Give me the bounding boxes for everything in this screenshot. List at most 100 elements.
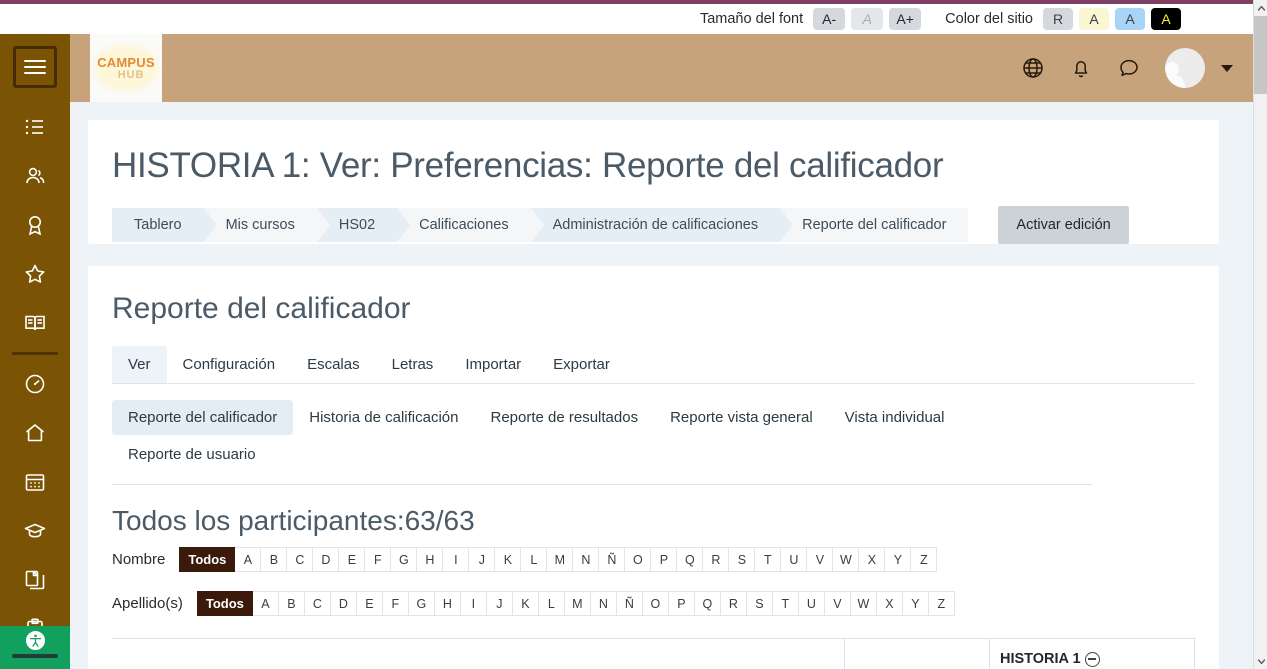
user-avatar[interactable] bbox=[1165, 48, 1205, 88]
lastname-all-button[interactable]: Todos bbox=[197, 591, 253, 616]
lastname-letter[interactable]: E bbox=[357, 591, 383, 616]
breadcrumb-item-mis-cursos[interactable]: Mis cursos bbox=[204, 208, 317, 242]
color-reset-button[interactable]: R bbox=[1043, 8, 1073, 30]
breadcrumb-item-administracion[interactable]: Administración de calificaciones bbox=[531, 208, 781, 242]
lastname-letter[interactable]: T bbox=[773, 591, 799, 616]
firstname-all-button[interactable]: Todos bbox=[179, 547, 235, 572]
firstname-letter[interactable]: N bbox=[573, 547, 599, 572]
sidebar-item-calendar[interactable] bbox=[0, 457, 70, 506]
font-decrease-button[interactable]: A- bbox=[813, 8, 845, 30]
firstname-letter[interactable]: Q bbox=[677, 547, 703, 572]
firstname-letter[interactable]: F bbox=[365, 547, 391, 572]
lastname-letter[interactable]: H bbox=[435, 591, 461, 616]
firstname-letter[interactable]: I bbox=[443, 547, 469, 572]
lastname-letter[interactable]: M bbox=[565, 591, 591, 616]
sidebar-item-badges[interactable] bbox=[0, 200, 70, 249]
breadcrumb-item-reporte[interactable]: Reporte del calificador bbox=[780, 208, 968, 242]
tab-reporte-del-calificador[interactable]: Reporte del calificador bbox=[112, 400, 293, 435]
sidebar-item-courses[interactable] bbox=[0, 506, 70, 555]
color-blue-button[interactable]: A bbox=[1115, 8, 1145, 30]
tab-vista-individual[interactable]: Vista individual bbox=[829, 400, 961, 435]
tab-reporte-vista-general[interactable]: Reporte vista general bbox=[654, 400, 829, 435]
firstname-letter[interactable]: D bbox=[313, 547, 339, 572]
lastname-letter[interactable]: Ñ bbox=[617, 591, 643, 616]
tab-reporte-de-usuario[interactable]: Reporte de usuario bbox=[112, 437, 1092, 472]
firstname-letter[interactable]: X bbox=[859, 547, 885, 572]
messages-icon[interactable] bbox=[1117, 56, 1141, 80]
firstname-letter[interactable]: S bbox=[729, 547, 755, 572]
lastname-letter[interactable]: D bbox=[331, 591, 357, 616]
lastname-letter[interactable]: C bbox=[305, 591, 331, 616]
sidebar-item-competencies[interactable] bbox=[0, 249, 70, 298]
accessibility-person-icon[interactable] bbox=[24, 629, 47, 652]
tab-configuracion[interactable]: Configuración bbox=[167, 346, 292, 383]
tab-importar[interactable]: Importar bbox=[449, 346, 537, 383]
firstname-letter[interactable]: J bbox=[469, 547, 495, 572]
sidebar-item-grades[interactable] bbox=[0, 298, 70, 347]
tab-historia-de-calificacion[interactable]: Historia de calificación bbox=[293, 400, 474, 435]
firstname-letter[interactable]: H bbox=[417, 547, 443, 572]
scroll-down-arrow-icon[interactable] bbox=[1254, 653, 1267, 669]
firstname-letter[interactable]: Y bbox=[885, 547, 911, 572]
firstname-letter[interactable]: A bbox=[235, 547, 261, 572]
tab-letras[interactable]: Letras bbox=[376, 346, 450, 383]
lastname-letter[interactable]: W bbox=[851, 591, 877, 616]
firstname-letter[interactable]: G bbox=[391, 547, 417, 572]
lastname-letter[interactable]: Z bbox=[929, 591, 955, 616]
notifications-icon[interactable] bbox=[1069, 56, 1093, 80]
sidebar-item-participants[interactable] bbox=[0, 151, 70, 200]
firstname-letter[interactable]: C bbox=[287, 547, 313, 572]
tab-escalas[interactable]: Escalas bbox=[291, 346, 376, 383]
activar-edicion-button[interactable]: Activar edición bbox=[998, 206, 1128, 244]
firstname-letter[interactable]: K bbox=[495, 547, 521, 572]
lastname-letter[interactable]: R bbox=[721, 591, 747, 616]
tab-ver[interactable]: Ver bbox=[112, 346, 167, 383]
firstname-letter[interactable]: Z bbox=[911, 547, 937, 572]
sidebar-item-private-files[interactable] bbox=[0, 555, 70, 604]
scrollbar-thumb[interactable] bbox=[1254, 16, 1267, 94]
firstname-letter[interactable]: W bbox=[833, 547, 859, 572]
lastname-letter[interactable]: S bbox=[747, 591, 773, 616]
firstname-letter[interactable]: O bbox=[625, 547, 651, 572]
sidebar-item-home[interactable] bbox=[0, 408, 70, 457]
user-menu-chevron-icon[interactable] bbox=[1221, 65, 1233, 72]
firstname-letter[interactable]: Ñ bbox=[599, 547, 625, 572]
scroll-up-arrow-icon[interactable] bbox=[1254, 0, 1267, 16]
lastname-letter[interactable]: J bbox=[487, 591, 513, 616]
lastname-letter[interactable]: A bbox=[253, 591, 279, 616]
color-black-button[interactable]: A bbox=[1151, 8, 1181, 30]
firstname-letter[interactable]: L bbox=[521, 547, 547, 572]
firstname-letter[interactable]: B bbox=[261, 547, 287, 572]
lastname-letter[interactable]: K bbox=[513, 591, 539, 616]
breadcrumb-item-calificaciones[interactable]: Calificaciones bbox=[397, 208, 530, 242]
lastname-letter[interactable]: N bbox=[591, 591, 617, 616]
lastname-letter[interactable]: G bbox=[409, 591, 435, 616]
site-logo[interactable]: CAMPUS HUB bbox=[90, 34, 162, 102]
firstname-letter[interactable]: T bbox=[755, 547, 781, 572]
tab-exportar[interactable]: Exportar bbox=[537, 346, 626, 383]
sidebar-item-dashboard[interactable] bbox=[0, 359, 70, 408]
sidebar-item-list[interactable] bbox=[0, 102, 70, 151]
firstname-letter[interactable]: E bbox=[339, 547, 365, 572]
lastname-letter[interactable]: V bbox=[825, 591, 851, 616]
tab-reporte-de-resultados[interactable]: Reporte de resultados bbox=[474, 400, 654, 435]
font-increase-button[interactable]: A+ bbox=[889, 8, 921, 30]
lastname-letter[interactable]: I bbox=[461, 591, 487, 616]
firstname-letter[interactable]: V bbox=[807, 547, 833, 572]
lastname-letter[interactable]: P bbox=[669, 591, 695, 616]
hamburger-menu-icon[interactable] bbox=[13, 46, 57, 88]
font-reset-button[interactable]: A bbox=[851, 8, 883, 30]
firstname-letter[interactable]: M bbox=[547, 547, 573, 572]
language-menu-icon[interactable] bbox=[1021, 56, 1045, 80]
firstname-letter[interactable]: U bbox=[781, 547, 807, 572]
firstname-letter[interactable]: P bbox=[651, 547, 677, 572]
lastname-letter[interactable]: Y bbox=[903, 591, 929, 616]
firstname-letter[interactable]: R bbox=[703, 547, 729, 572]
lastname-letter[interactable]: B bbox=[279, 591, 305, 616]
accessibility-widget[interactable] bbox=[0, 626, 70, 669]
lastname-letter[interactable]: L bbox=[539, 591, 565, 616]
breadcrumb-item-tablero[interactable]: Tablero bbox=[112, 208, 204, 242]
lastname-letter[interactable]: F bbox=[383, 591, 409, 616]
lastname-letter[interactable]: O bbox=[643, 591, 669, 616]
lastname-letter[interactable]: U bbox=[799, 591, 825, 616]
